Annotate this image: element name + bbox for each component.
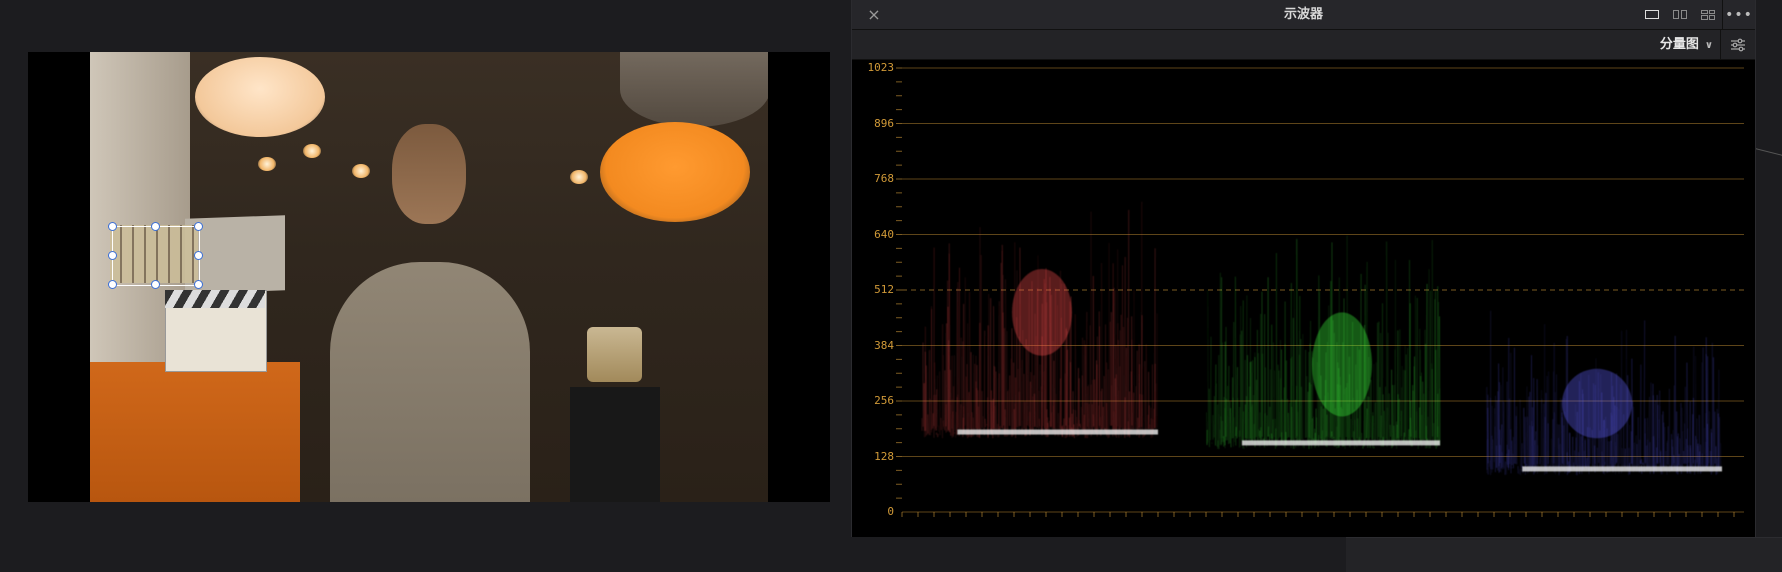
- selection-handle[interactable]: [108, 280, 117, 289]
- layout-dual-button[interactable]: [1666, 0, 1694, 29]
- pendant-lamp: [195, 57, 325, 137]
- scope-panel: 示波器 × ••• 分量图 ∨: [851, 0, 1756, 537]
- layout-dual-icon: [1673, 10, 1687, 19]
- parade-graph: [852, 60, 1755, 537]
- bulb: [303, 144, 321, 158]
- y-tick-label: 512: [856, 283, 894, 296]
- glass-jar: [587, 327, 642, 382]
- selection-handle[interactable]: [151, 222, 160, 231]
- stool: [570, 387, 660, 502]
- person-body: [330, 262, 530, 502]
- bulb: [570, 170, 588, 184]
- trace-cluster: [1012, 269, 1072, 356]
- selection-handle[interactable]: [108, 222, 117, 231]
- trace-highlight: [1242, 440, 1440, 445]
- selection-handle[interactable]: [194, 251, 203, 260]
- scope-title-bar: 示波器 × •••: [852, 0, 1755, 30]
- close-icon[interactable]: ×: [864, 5, 884, 25]
- node-editor-area: [1346, 537, 1782, 572]
- settings-sliders-icon: [1730, 38, 1746, 52]
- y-tick-label: 896: [856, 117, 894, 130]
- parade-plot: 1023 896 768 640 512 384 256 128 0: [852, 60, 1755, 537]
- person-head: [392, 124, 466, 224]
- selection-handle[interactable]: [194, 222, 203, 231]
- scope-mode-dropdown[interactable]: 分量图 ∨: [1660, 30, 1713, 59]
- layout-quad-button[interactable]: [1694, 0, 1722, 29]
- y-tick-label: 1023: [856, 61, 894, 74]
- scope-options-bar: 分量图 ∨: [852, 30, 1755, 60]
- layout-single-button[interactable]: [1638, 0, 1666, 29]
- trace-highlight: [957, 430, 1158, 435]
- clapperboard-stripes: [165, 290, 265, 308]
- lamp-shade: [620, 52, 768, 127]
- y-tick-label: 768: [856, 172, 894, 185]
- trace-cluster: [1312, 312, 1372, 416]
- trace-cluster: [1562, 369, 1632, 438]
- video-frame: [90, 52, 768, 502]
- scope-settings-button[interactable]: [1720, 30, 1755, 59]
- node-connection-line: [1755, 148, 1782, 159]
- orange-table: [90, 362, 300, 502]
- more-options-button[interactable]: •••: [1723, 0, 1755, 29]
- selection-handle[interactable]: [108, 251, 117, 260]
- y-tick-label: 0: [856, 505, 894, 518]
- y-tick-label: 384: [856, 339, 894, 352]
- chevron-down-icon: ∨: [1705, 40, 1713, 51]
- trace-highlight: [1522, 466, 1722, 471]
- video-viewer[interactable]: [28, 52, 830, 502]
- layout-single-icon: [1645, 10, 1659, 19]
- bulb: [352, 164, 370, 178]
- color-chart-selection-box[interactable]: [112, 226, 200, 286]
- more-icon: •••: [1725, 7, 1753, 23]
- scope-mode-label: 分量图: [1660, 37, 1699, 52]
- layout-toolbar: •••: [1638, 0, 1755, 29]
- y-tick-label: 128: [856, 450, 894, 463]
- bulb: [258, 157, 276, 171]
- selection-handle[interactable]: [194, 280, 203, 289]
- y-tick-label: 640: [856, 228, 894, 241]
- orange-lamp: [600, 122, 750, 222]
- scope-title: 示波器: [852, 0, 1755, 29]
- y-tick-label: 256: [856, 394, 894, 407]
- selection-handle[interactable]: [151, 280, 160, 289]
- layout-quad-icon: [1701, 10, 1715, 20]
